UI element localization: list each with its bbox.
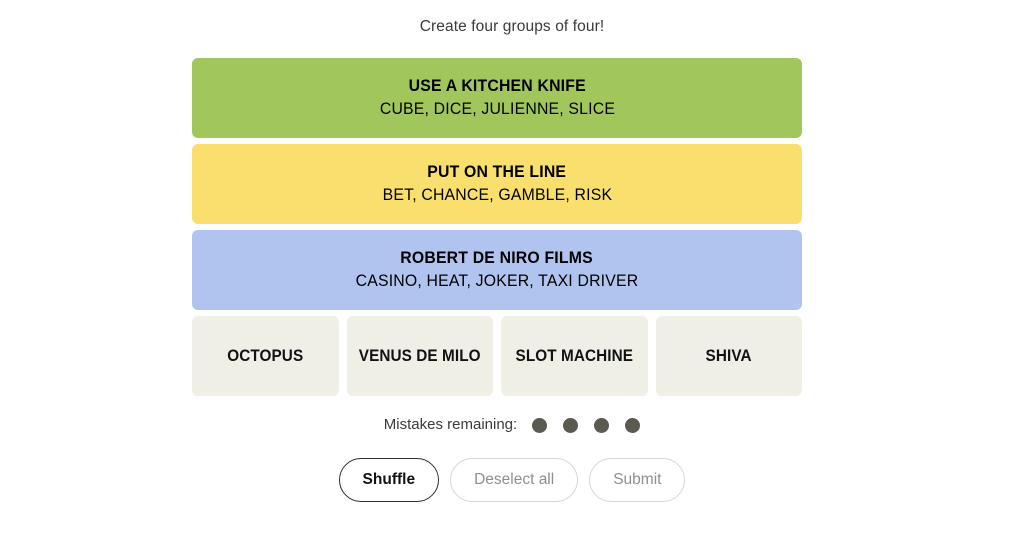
game-board: USE A KITCHEN KNIFE CUBE, DICE, JULIENNE… <box>192 58 802 396</box>
solved-group-title: PUT ON THE LINE <box>427 162 567 181</box>
solved-group-yellow: PUT ON THE LINE BET, CHANCE, GAMBLE, RIS… <box>192 144 802 224</box>
solved-group-title: USE A KITCHEN KNIFE <box>408 76 586 95</box>
mistakes-dots <box>532 417 641 433</box>
solved-group-words: BET, CHANCE, GAMBLE, RISK <box>382 185 612 204</box>
word-tile-octopus[interactable]: OCTOPUS <box>192 316 339 396</box>
word-tile-label: SHIVA <box>705 346 752 365</box>
page-tagline: Create four groups of four! <box>419 18 605 35</box>
mistake-dot <box>594 417 610 433</box>
word-tile-label: SLOT MACHINE <box>515 346 634 365</box>
word-tile-label: OCTOPUS <box>227 346 304 365</box>
word-tile-row: OCTOPUS VENUS DE MILO SLOT MACHINE SHIVA <box>192 316 802 396</box>
mistake-dot <box>532 417 548 433</box>
shuffle-button[interactable]: Shuffle <box>338 458 440 502</box>
solved-group-words: CASINO, HEAT, JOKER, TAXI DRIVER <box>355 271 639 290</box>
submit-button[interactable]: Submit <box>589 458 686 502</box>
deselect-all-button[interactable]: Deselect all <box>450 458 579 502</box>
game-controls: Shuffle Deselect all Submit <box>0 458 1024 502</box>
word-tile-slot-machine[interactable]: SLOT MACHINE <box>501 316 648 396</box>
connections-game: Create four groups of four! USE A KITCHE… <box>0 0 1024 559</box>
mistake-dot <box>625 417 641 433</box>
solved-group-blue: ROBERT DE NIRO FILMS CASINO, HEAT, JOKER… <box>192 230 802 310</box>
solved-group-title: ROBERT DE NIRO FILMS <box>400 248 594 267</box>
word-tile-shiva[interactable]: SHIVA <box>655 316 802 396</box>
mistakes-remaining: Mistakes remaining: <box>0 415 1024 435</box>
mistake-dot <box>563 417 579 433</box>
word-tile-label: VENUS DE MILO <box>358 346 481 365</box>
solved-group-green: USE A KITCHEN KNIFE CUBE, DICE, JULIENNE… <box>192 58 802 138</box>
mistakes-label: Mistakes remaining: <box>383 416 518 433</box>
word-tile-venus-de-milo[interactable]: VENUS DE MILO <box>346 316 493 396</box>
solved-group-words: CUBE, DICE, JULIENNE, SLICE <box>379 99 615 118</box>
